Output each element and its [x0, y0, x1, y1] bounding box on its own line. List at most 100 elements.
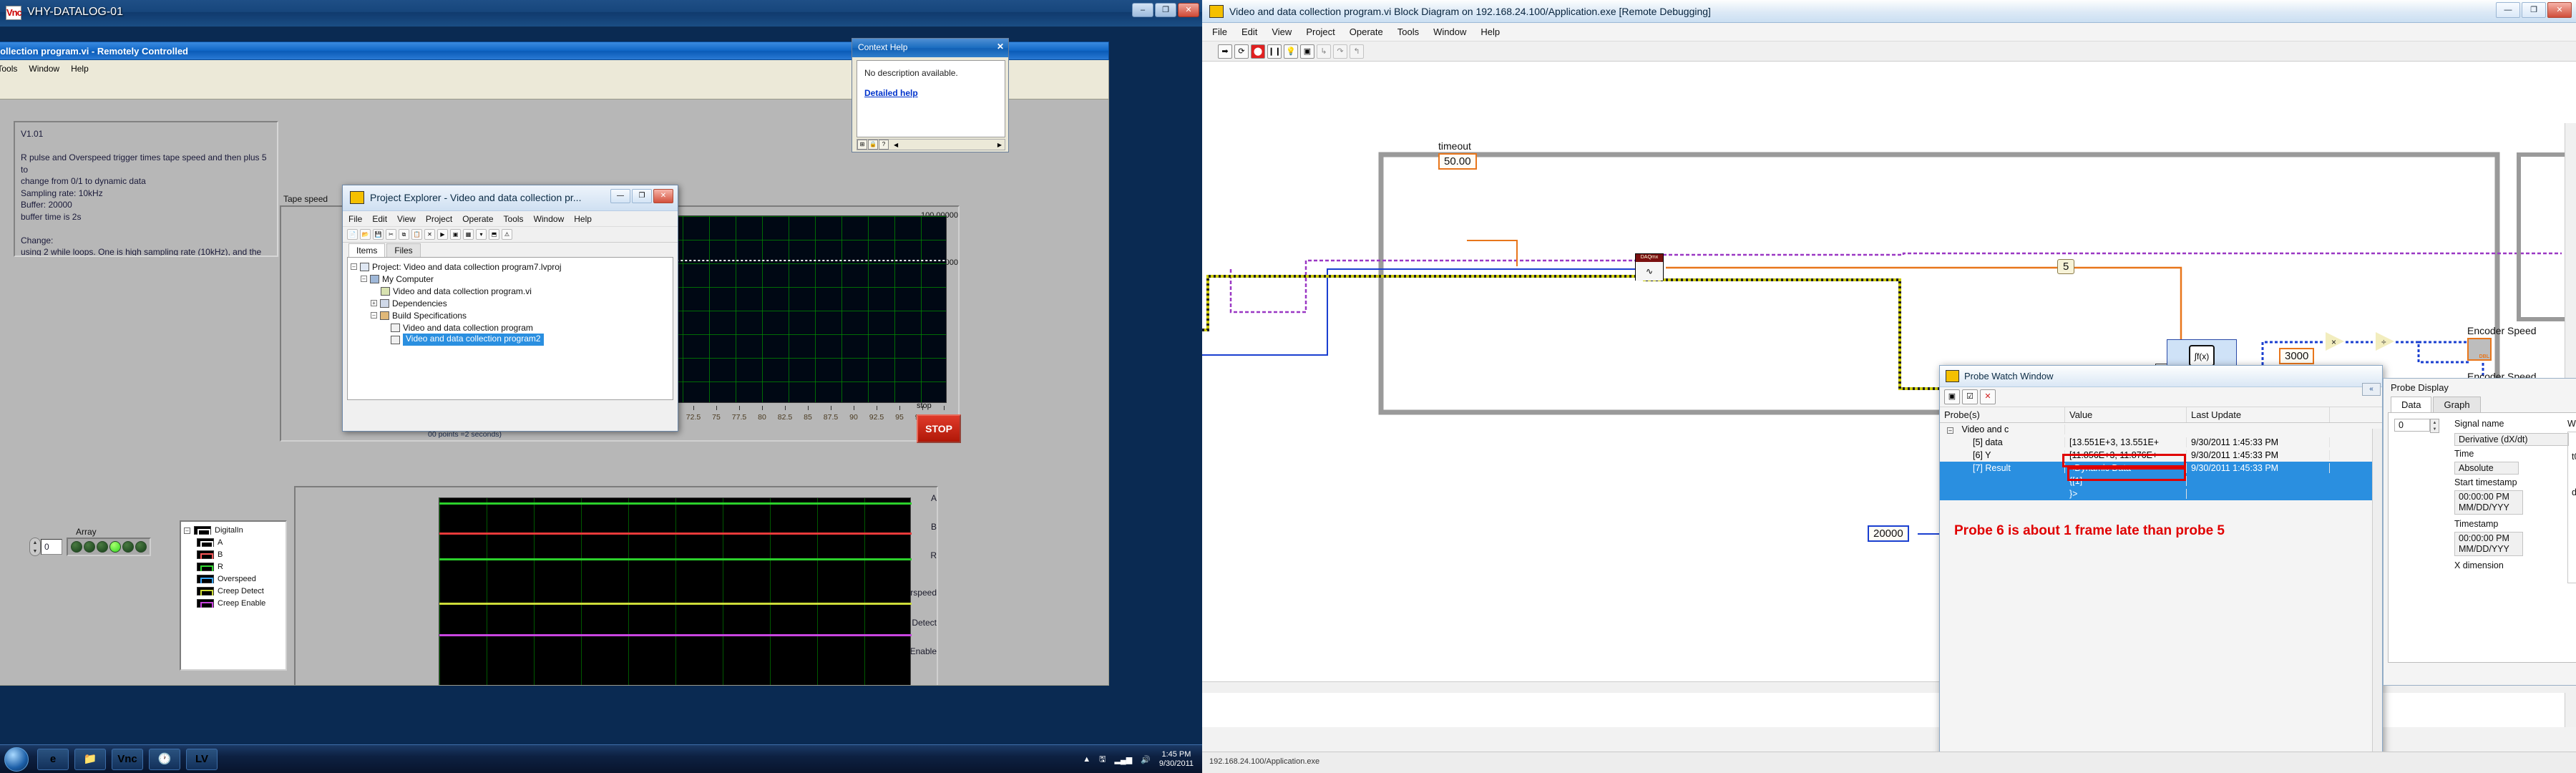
taskbar-vnc[interactable]: Vnc: [112, 749, 143, 770]
tree-item-dependencies[interactable]: + Dependencies: [351, 297, 670, 309]
menu-edit[interactable]: Edit: [372, 214, 387, 224]
digital-plot-area[interactable]: [439, 497, 912, 685]
taskbar-internet-explorer[interactable]: e: [37, 749, 69, 770]
expand-icon[interactable]: +: [371, 300, 377, 306]
select-probe-icon[interactable]: ☑: [1962, 389, 1978, 404]
pause-icon[interactable]: ❙❙: [1267, 44, 1282, 59]
menu-help[interactable]: Help: [574, 214, 592, 224]
close-icon[interactable]: ✕: [997, 42, 1004, 52]
table-row[interactable]: [6] Y [11.856E+3, 11.876E+ 9/30/2011 1:4…: [1940, 449, 2382, 462]
menu-file[interactable]: File: [348, 214, 362, 224]
maximize-button[interactable]: ❐: [632, 189, 652, 203]
timeout-constant[interactable]: 50.00: [1438, 153, 1477, 170]
tab-items[interactable]: Items: [348, 243, 386, 257]
scroll-left-icon[interactable]: ◀: [894, 142, 898, 148]
collapse-icon[interactable]: –: [361, 276, 367, 282]
minimize-button[interactable]: —: [2496, 2, 2520, 18]
paste-icon[interactable]: 📋: [411, 229, 422, 240]
new-probe-icon[interactable]: ▣: [1944, 389, 1960, 404]
detailed-help-link[interactable]: Detailed help: [864, 88, 997, 98]
start-button[interactable]: [4, 747, 29, 772]
menu-project[interactable]: Project: [1306, 26, 1335, 37]
collapse-icon[interactable]: –: [371, 312, 377, 319]
tray-device-icon[interactable]: 🖫: [1099, 753, 1106, 767]
menu-operate[interactable]: Operate: [462, 214, 493, 224]
menu-help[interactable]: Help: [71, 64, 89, 74]
grid-icon[interactable]: ▦: [463, 229, 474, 240]
save-icon[interactable]: 💾: [373, 229, 384, 240]
table-row[interactable]: – Video and c: [1940, 423, 2382, 436]
column-header-probes[interactable]: Probe(s): [1940, 407, 2065, 422]
menu-operate[interactable]: Operate: [1350, 26, 1383, 37]
legend-item-overspeed[interactable]: Overspeed: [197, 575, 283, 583]
new-file-icon[interactable]: 📄: [347, 229, 358, 240]
taskbar-file-explorer[interactable]: 📁: [74, 749, 106, 770]
table-row[interactable]: }>: [1940, 487, 2382, 500]
tree-item-build-specifications[interactable]: – Build Specifications: [351, 309, 670, 321]
open-folder-icon[interactable]: 📂: [360, 229, 371, 240]
digital-signal-legend[interactable]: – DigitalIn A B R Overspeed Creep Detect…: [180, 520, 287, 671]
menu-tools[interactable]: Tools: [504, 214, 524, 224]
index-stepper[interactable]: ▲ ▼: [2430, 419, 2439, 433]
table-row[interactable]: [7] Result <Dynamic Data 9/30/2011 1:45:…: [1940, 462, 2382, 475]
legend-item-a[interactable]: A: [197, 538, 283, 547]
menu-project[interactable]: Project: [426, 214, 452, 224]
menu-tools[interactable]: Tools: [0, 64, 17, 74]
buffer-constant-20000[interactable]: 20000: [1868, 525, 1909, 542]
highlight-execution-icon[interactable]: 💡: [1284, 44, 1298, 59]
maximize-button[interactable]: ❐: [2522, 2, 2546, 18]
tab-files[interactable]: Files: [386, 243, 421, 257]
warning-icon[interactable]: ⚠: [502, 229, 512, 240]
stop-button[interactable]: STOP: [917, 414, 961, 443]
close-button[interactable]: ✕: [1178, 3, 1199, 17]
tree-item-build-1[interactable]: Video and data collection program: [351, 321, 670, 334]
legend-item-creep-detect[interactable]: Creep Detect: [197, 587, 283, 595]
taskbar-outlook[interactable]: 🕐: [149, 749, 180, 770]
run-icon[interactable]: ▶: [437, 229, 448, 240]
menu-window[interactable]: Window: [29, 64, 59, 74]
constant-3000[interactable]: 3000: [2279, 348, 2315, 364]
project-tree[interactable]: – Project: Video and data collection pro…: [347, 257, 673, 400]
legend-item-creep-enable[interactable]: Creep Enable: [197, 599, 283, 608]
tray-expand-icon[interactable]: ▲: [1083, 755, 1091, 764]
close-button[interactable]: ✕: [2547, 2, 2572, 18]
close-button[interactable]: ✕: [653, 189, 673, 203]
tray-network-icon[interactable]: ▂▄▆: [1114, 755, 1132, 764]
table-row[interactable]: [5] data [13.551E+3, 13.551E+ 9/30/2011 …: [1940, 436, 2382, 449]
array-control[interactable]: ▲ ▼ 0: [29, 538, 151, 556]
tree-item-build-2[interactable]: Video and data collection program2: [351, 334, 670, 346]
menu-tools[interactable]: Tools: [1397, 26, 1419, 37]
menu-file[interactable]: File: [1212, 26, 1227, 37]
array-index-value[interactable]: 0: [41, 539, 62, 555]
tab-data[interactable]: Data: [2391, 397, 2432, 412]
collapse-icon[interactable]: –: [184, 527, 190, 534]
delete-icon[interactable]: ✕: [424, 229, 435, 240]
tree-item-my-computer[interactable]: – My Computer: [351, 273, 670, 285]
menu-help[interactable]: Help: [1480, 26, 1500, 37]
minimize-button[interactable]: –: [1132, 3, 1153, 17]
run-arrow-icon[interactable]: ➡: [1218, 44, 1232, 59]
table-row[interactable]: {[1]: [1940, 475, 2382, 487]
daqmx-read-node[interactable]: DAQmx ∿: [1635, 253, 1664, 281]
abort-execution-icon[interactable]: ⬤: [1251, 44, 1265, 59]
tray-volume-icon[interactable]: 🔊: [1141, 755, 1151, 764]
copy-icon[interactable]: ⧉: [399, 229, 409, 240]
taskbar-labview[interactable]: LV: [186, 749, 218, 770]
chevron-down-icon[interactable]: ▾: [476, 229, 487, 240]
probe-watch-scrollbar[interactable]: [2372, 429, 2382, 767]
array-index-stepper[interactable]: ▲ ▼: [29, 538, 41, 556]
probe-watch-table-body[interactable]: – Video and c [5] data [13.551E+3, 13.55…: [1940, 423, 2382, 500]
lock-icon[interactable]: 🔒: [868, 140, 878, 150]
collapse-icon[interactable]: –: [351, 263, 357, 270]
deploy-icon[interactable]: ⬒: [489, 229, 499, 240]
legend-item-b[interactable]: B: [197, 550, 283, 559]
help-icon[interactable]: ?: [879, 140, 889, 150]
collapse-icon[interactable]: –: [1947, 427, 1953, 434]
cut-icon[interactable]: ✂: [386, 229, 396, 240]
column-header-last-update[interactable]: Last Update: [2187, 407, 2330, 422]
legend-root-row[interactable]: – DigitalIn: [184, 526, 283, 535]
tree-item-vi[interactable]: Video and data collection program.vi: [351, 285, 670, 297]
index-input[interactable]: 0: [2394, 419, 2430, 432]
menu-window[interactable]: Window: [1433, 26, 1466, 37]
menu-window[interactable]: Window: [534, 214, 565, 224]
